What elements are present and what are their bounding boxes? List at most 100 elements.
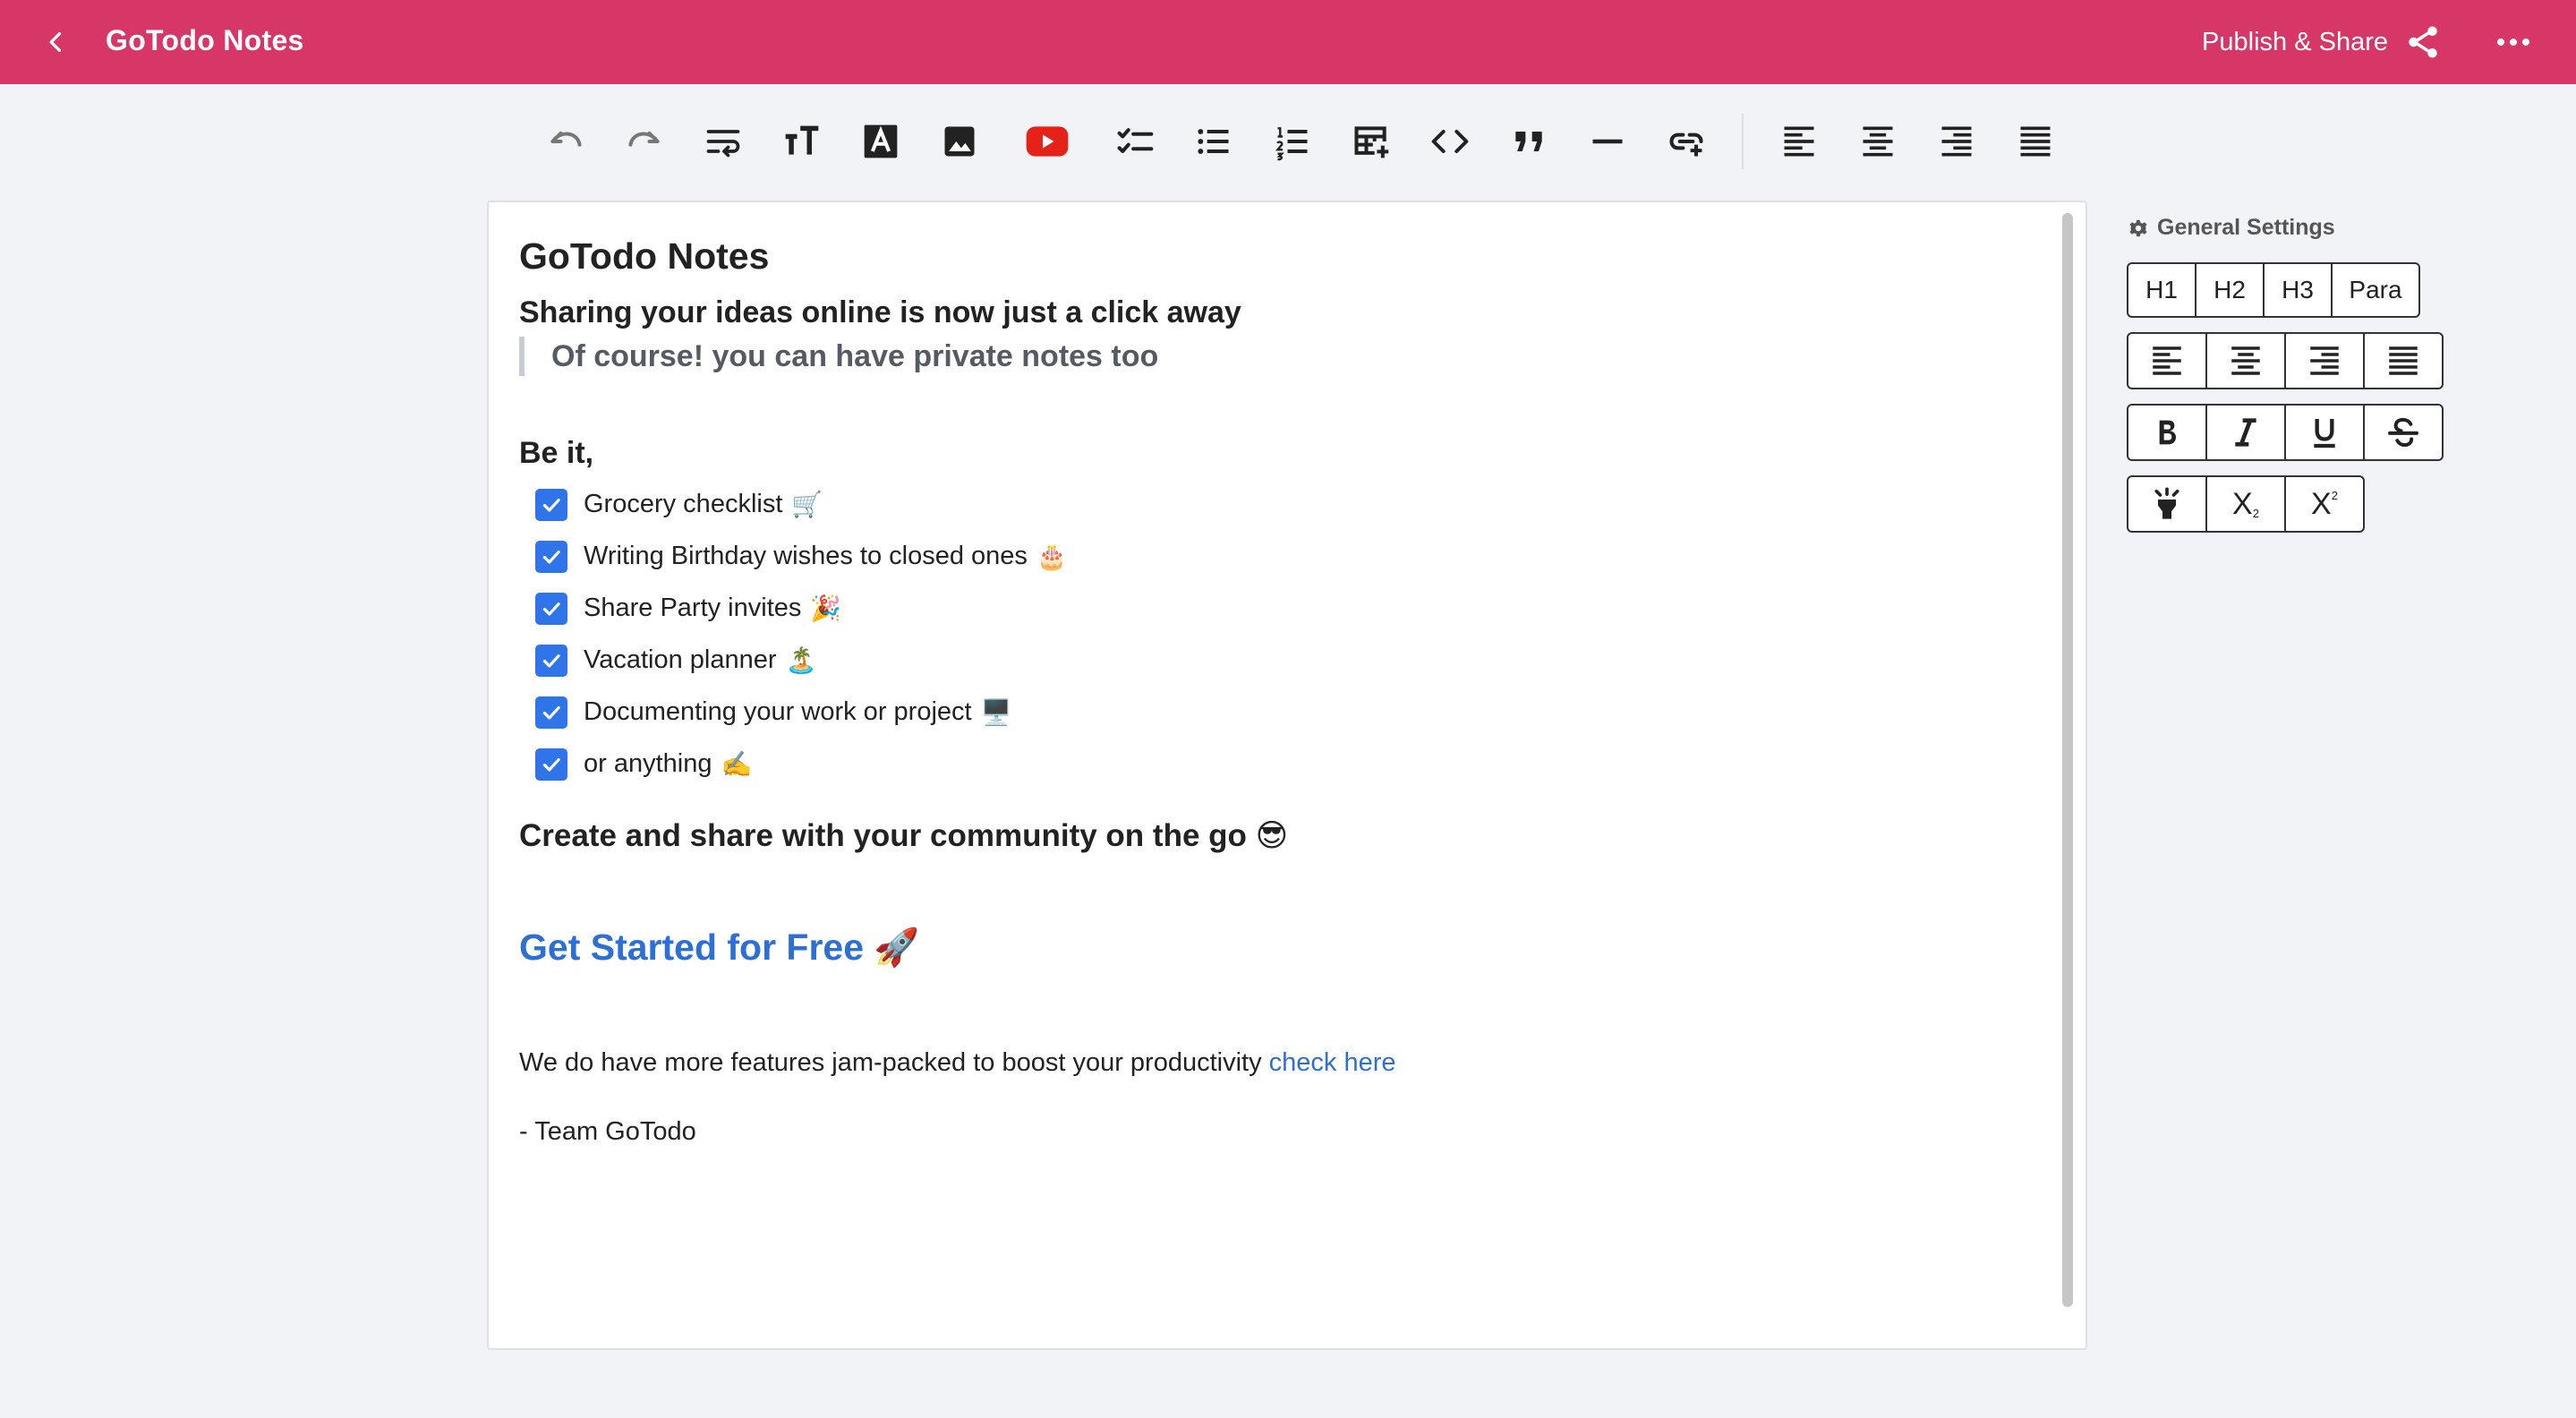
- list-heading: Be it,: [519, 436, 594, 471]
- numbered-list-button[interactable]: [1253, 111, 1332, 172]
- checkbox[interactable]: [535, 592, 567, 625]
- horizontal-rule-icon: [1592, 139, 1623, 144]
- insert-table-icon: [1354, 126, 1389, 158]
- align-left-icon: [1784, 126, 1814, 157]
- undo-button[interactable]: [526, 111, 605, 172]
- redo-icon: [628, 131, 660, 147]
- signature: - Team GoTodo: [519, 1116, 696, 1146]
- align-right-icon: [1941, 126, 1972, 157]
- align-left-icon: [2153, 346, 2181, 375]
- checklist-item-text: Vacation planner: [584, 645, 777, 675]
- checkbox[interactable]: [535, 488, 567, 521]
- insert-link-button[interactable]: [1647, 111, 1726, 172]
- checklist: Grocery checklist 🛒 Writing Birthday wis…: [519, 479, 2023, 790]
- superscript-button[interactable]: X2: [2284, 475, 2365, 533]
- checkmark-icon: [542, 705, 560, 720]
- community-line: Create and share with your community on …: [519, 817, 1289, 853]
- alignment-buttons: [2127, 332, 2444, 389]
- checklist-icon: [1117, 128, 1154, 154]
- party-popper-emoji: 🎉: [810, 594, 842, 624]
- more-options-button[interactable]: [2486, 20, 2540, 64]
- checkbox[interactable]: [535, 644, 567, 677]
- insert-link-icon: [1669, 132, 1703, 157]
- redo-button[interactable]: [605, 111, 684, 172]
- superscript-digit-icon: 2: [2331, 488, 2338, 502]
- check-here-link[interactable]: check here: [1269, 1048, 1396, 1077]
- italic-icon: [2235, 418, 2256, 447]
- wrap-text-icon: [706, 130, 740, 158]
- quote-icon: [1515, 132, 1542, 151]
- panel-align-right-button[interactable]: [2284, 332, 2365, 389]
- bold-button[interactable]: [2127, 404, 2207, 461]
- checklist-item-text: Documenting your work or project: [584, 697, 972, 727]
- checklist-item: Documenting your work or project 🖥️: [519, 687, 2023, 739]
- underline-button[interactable]: [2284, 404, 2365, 461]
- editor-toolbar: [526, 111, 2075, 172]
- underline-icon: [2314, 419, 2335, 448]
- horizontal-rule-button[interactable]: [1568, 111, 1647, 172]
- italic-button[interactable]: [2205, 404, 2286, 461]
- image-button[interactable]: [920, 111, 999, 172]
- subscript-button[interactable]: X2: [2205, 475, 2286, 533]
- align-center-icon: [2231, 346, 2260, 375]
- align-center-button[interactable]: [1838, 111, 1917, 172]
- checkbox[interactable]: [535, 747, 567, 781]
- strikethrough-icon: [2388, 417, 2418, 448]
- paragraph-button[interactable]: Para: [2331, 262, 2420, 318]
- panel-align-justify-button[interactable]: [2363, 332, 2444, 389]
- checkbox[interactable]: [535, 696, 567, 729]
- youtube-button[interactable]: [999, 111, 1096, 172]
- checklist-item: Vacation planner 🏝️: [519, 635, 2023, 687]
- text-size-icon: [785, 125, 819, 155]
- shopping-cart-emoji: 🛒: [791, 490, 823, 520]
- desktop-computer-emoji: 🖥️: [980, 697, 1012, 728]
- highlighter-icon: [2154, 487, 2179, 519]
- youtube-icon: [1026, 126, 1069, 157]
- bold-icon: [2159, 420, 2176, 445]
- heading-buttons: H1 H2 H3 Para: [2127, 262, 2444, 318]
- note-editor[interactable]: GoTodo Notes Sharing your ideas online i…: [487, 201, 2087, 1350]
- highlight-button[interactable]: [2127, 475, 2207, 533]
- subscript-digit-icon: 2: [2252, 506, 2259, 520]
- blockquote: Of course! you can have private notes to…: [519, 336, 2023, 377]
- settings-title: General Settings: [2157, 215, 2335, 240]
- align-left-button[interactable]: [1760, 111, 1838, 172]
- app-title: GoTodo Notes: [106, 24, 304, 56]
- undo-icon: [550, 131, 582, 147]
- align-justify-button[interactable]: [1996, 111, 2075, 172]
- h3-button[interactable]: H3: [2263, 262, 2333, 318]
- code-button[interactable]: [1411, 111, 1489, 172]
- get-started-link[interactable]: Get Started for Free 🚀: [519, 927, 919, 970]
- checkmark-icon: [542, 498, 560, 512]
- wrap-text-button[interactable]: [684, 111, 763, 172]
- code-icon: [1431, 129, 1469, 154]
- checklist-item-text: or anything: [584, 749, 712, 779]
- checklist-item-text: Writing Birthday wishes to closed ones: [584, 542, 1028, 571]
- editor-content[interactable]: GoTodo Notes Sharing your ideas online i…: [519, 235, 2023, 1147]
- align-justify-icon: [2020, 126, 2051, 157]
- toolbar-divider: [1742, 114, 1744, 169]
- h2-button[interactable]: H2: [2195, 262, 2265, 318]
- island-emoji: 🏝️: [785, 645, 817, 676]
- checklist-button[interactable]: [1096, 111, 1174, 172]
- back-button[interactable]: [34, 20, 79, 64]
- align-right-button[interactable]: [1917, 111, 1996, 172]
- quote-button[interactable]: [1489, 111, 1568, 172]
- scrollbar-thumb[interactable]: [2062, 213, 2073, 1307]
- insert-table-button[interactable]: [1332, 111, 1411, 172]
- checklist-item: Writing Birthday wishes to closed ones 🎂: [519, 531, 2023, 583]
- panel-align-left-button[interactable]: [2127, 332, 2207, 389]
- strikethrough-button[interactable]: [2363, 404, 2444, 461]
- bullet-list-button[interactable]: [1174, 111, 1253, 172]
- align-right-icon: [2310, 346, 2339, 375]
- align-justify-icon: [2389, 346, 2418, 375]
- text-size-button[interactable]: [763, 111, 841, 172]
- publish-share-button[interactable]: Publish & Share: [2202, 16, 2442, 68]
- align-center-icon: [1863, 126, 1893, 157]
- text-color-button[interactable]: [841, 111, 920, 172]
- features-text: We do have more features jam-packed to b…: [519, 1047, 1269, 1077]
- checkbox[interactable]: [535, 540, 567, 573]
- h1-button[interactable]: H1: [2127, 262, 2196, 318]
- share-icon: [2409, 26, 2437, 58]
- panel-align-center-button[interactable]: [2205, 332, 2286, 389]
